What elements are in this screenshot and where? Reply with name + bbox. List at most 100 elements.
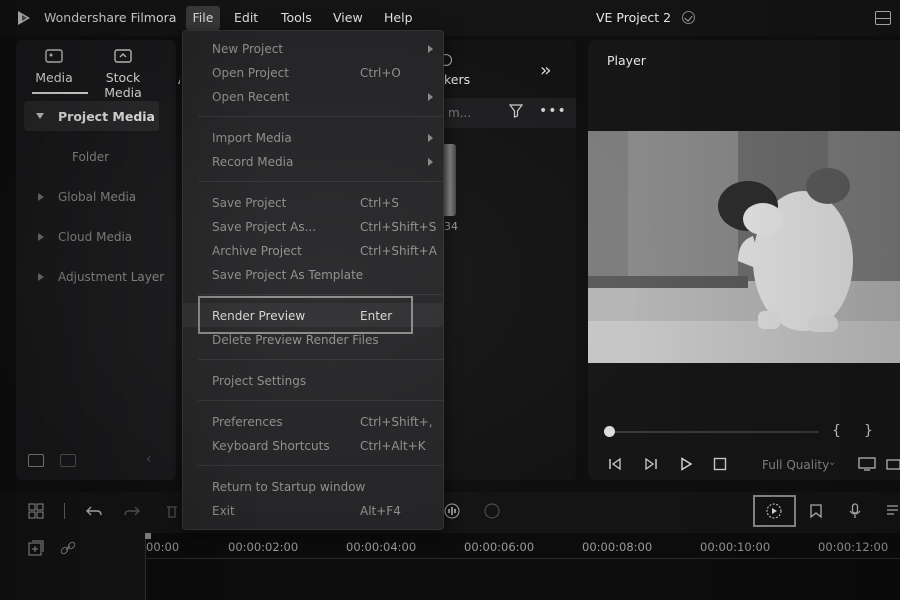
timecode-label: 00:00:10:00 [700,540,771,554]
new-folder-icon[interactable] [28,454,44,467]
timecode-label: 00:00:06:00 [464,540,535,554]
expand-triangle-icon [36,113,44,119]
menu-help[interactable]: Help [384,10,413,25]
timecode-label: 00:00:02:00 [228,540,299,554]
mark-out-icon[interactable]: } [864,423,873,439]
tab-stickers-partial[interactable]: kers [444,72,470,87]
audio-wave-icon[interactable] [444,503,460,519]
quality-dropdown[interactable]: Full Quality [762,458,829,472]
menu-item-open-recent[interactable]: Open Recent [212,90,289,104]
search-placeholder: m... [448,106,472,120]
timecode-label: 00:00:12:00 [818,540,889,554]
sidebar-item-adjustment-layer[interactable]: Adjustment Layer [24,262,174,292]
menu-item-archive-project[interactable]: Archive Project [212,244,302,258]
menu-separator [198,359,444,360]
filter-icon[interactable] [509,104,523,118]
sidebar-item-global-media[interactable]: Global Media [24,182,174,212]
menu-item-exit[interactable]: Exit [212,504,235,518]
undo-icon[interactable] [86,503,102,519]
menu-item-new-project[interactable]: New Project [212,42,283,56]
menu-edit[interactable]: Edit [234,10,258,25]
menu-tools[interactable]: Tools [281,10,312,25]
filmora-window: Wondershare Filmora File Edit Tools View… [0,0,900,600]
app-name: Wondershare Filmora [44,10,177,25]
timecode-label: 00:00:08:00 [582,540,653,554]
ruler-ticks [145,558,900,564]
add-track-icon[interactable] [28,540,44,556]
speed-icon[interactable] [484,503,500,519]
layout-icon[interactable] [875,11,891,25]
chevron-down-icon: ⌄ [828,457,837,468]
menu-separator [198,294,444,295]
video-preview [588,131,900,363]
folder-icon[interactable] [60,454,76,467]
menu-item-preferences[interactable]: Preferences [212,415,283,429]
player-title: Player [607,53,646,68]
timecode-label: 00:00:04:00 [346,540,417,554]
delete-icon[interactable] [164,503,180,519]
text-to-speech-icon[interactable] [886,503,900,519]
submenu-arrow-icon [428,158,433,166]
more-options-icon[interactable]: ••• [539,103,567,119]
shortcut-label: Ctrl+S [360,196,400,210]
render-preview-icon[interactable] [766,503,782,519]
link-icon[interactable] [60,540,76,556]
video-frame-image [588,131,900,363]
playhead-handle[interactable] [145,533,151,539]
submenu-arrow-icon [428,134,433,142]
toolbar-divider [64,503,65,519]
collapse-panel-icon[interactable]: ‹ [146,452,151,467]
menu-item-open-project[interactable]: Open Project [212,66,289,80]
tab-stock-media-label: Stock Media [104,70,142,100]
thumbnail-label: 34 [444,220,458,233]
grid-layout-icon[interactable] [28,503,44,519]
play-icon[interactable] [679,457,693,471]
sidebar-item-folder[interactable]: Folder [72,150,109,164]
marker-icon[interactable] [808,503,824,519]
microphone-icon[interactable] [847,503,863,519]
shortcut-label: Ctrl+Shift+A [360,244,437,258]
menu-item-save-project[interactable]: Save Project [212,196,286,210]
menu-item-save-project-as[interactable]: Save Project As... [212,220,316,234]
menu-item-record-media[interactable]: Record Media [212,155,293,169]
tab-stock-media[interactable]: Stock Media [88,48,158,100]
shortcut-label: Ctrl+Shift+, [360,415,433,429]
redo-icon[interactable] [124,503,140,519]
shortcut-label: Ctrl+Shift+S [360,220,437,234]
snapshot-icon[interactable] [886,457,900,471]
render-preview-highlight-box [198,296,413,334]
player-progress-track[interactable] [609,431,819,433]
sidebar-item-label: Global Media [58,190,137,204]
tab-media[interactable]: Media [34,48,74,85]
step-forward-icon[interactable] [644,457,658,471]
menu-item-import-media[interactable]: Import Media [212,131,292,145]
sidebar-item-project-media[interactable]: Project Media [24,101,159,131]
menu-separator [198,116,444,117]
collapse-triangle-icon [38,273,44,281]
media-thumbnail[interactable] [444,144,456,216]
menu-file[interactable]: File [186,6,220,30]
check-circle-icon [682,11,695,24]
display-settings-icon[interactable] [858,457,876,471]
menu-separator [198,181,444,182]
menu-item-project-settings[interactable]: Project Settings [212,374,306,388]
stop-icon[interactable] [713,457,727,471]
double-chevron-right-icon[interactable]: ›› [540,60,552,81]
menu-item-delete-render-files[interactable]: Delete Preview Render Files [212,333,379,347]
menu-separator [198,400,444,401]
tab-media-label: Media [35,70,73,85]
submenu-arrow-icon [428,93,433,101]
player-progress-knob[interactable] [604,426,615,437]
shortcut-label: Ctrl+Alt+K [360,439,426,453]
collapse-triangle-icon [38,193,44,201]
menu-item-keyboard-shortcuts[interactable]: Keyboard Shortcuts [212,439,330,453]
menu-item-return-to-startup[interactable]: Return to Startup window [212,480,365,494]
sidebar-item-label: Adjustment Layer [58,270,165,284]
tab-active-underline [32,92,88,94]
mark-in-icon[interactable]: { [832,423,841,439]
menu-view[interactable]: View [333,10,363,25]
sidebar-item-cloud-media[interactable]: Cloud Media [24,222,174,252]
step-back-icon[interactable] [608,457,622,471]
menu-item-save-as-template[interactable]: Save Project As Template [212,268,363,282]
title-bar: Wondershare Filmora File Edit Tools View… [0,0,900,36]
